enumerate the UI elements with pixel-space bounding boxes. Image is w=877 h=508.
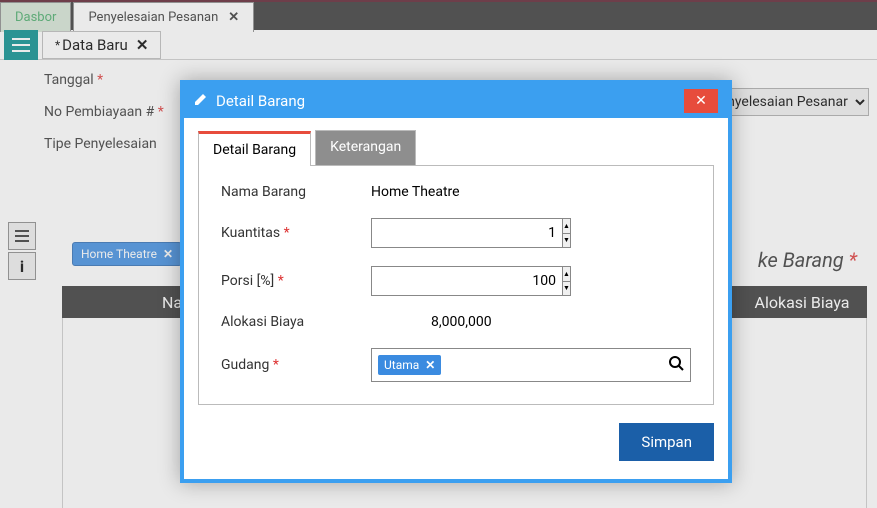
label-alokasi-biaya: Alokasi Biaya (221, 314, 371, 330)
close-icon[interactable]: ✕ (425, 358, 435, 372)
gudang-chip: Utama ✕ (378, 355, 441, 375)
gudang-field[interactable]: Utama ✕ (371, 348, 691, 382)
label-nama-barang: Nama Barang (221, 184, 371, 200)
search-icon[interactable] (668, 355, 684, 375)
tab-keterangan[interactable]: Keterangan (315, 130, 416, 165)
step-up-icon[interactable]: ▲ (563, 219, 570, 234)
kuantitas-input[interactable] (371, 218, 563, 248)
step-down-icon[interactable]: ▼ (563, 234, 570, 248)
value-alokasi-biaya: 8,000,000 (371, 314, 691, 330)
label-porsi: Porsi [%] * (221, 273, 371, 289)
dialog-close-button[interactable]: ✕ (684, 89, 718, 113)
value-nama-barang: Home Theatre (371, 184, 691, 200)
porsi-input[interactable] (371, 266, 563, 296)
dialog-header: Detail Barang ✕ (184, 84, 728, 118)
save-button[interactable]: Simpan (619, 423, 714, 461)
dialog-detail-barang: Detail Barang ✕ Detail Barang Keterangan… (180, 80, 732, 483)
step-down-icon[interactable]: ▼ (563, 282, 570, 296)
edit-icon (194, 92, 208, 110)
kuantitas-stepper[interactable]: ▲▼ (371, 218, 521, 248)
step-up-icon[interactable]: ▲ (563, 267, 570, 282)
porsi-stepper[interactable]: ▲▼ (371, 266, 521, 296)
label-gudang: Gudang * (221, 357, 371, 373)
dialog-panel: Nama Barang Home Theatre Kuantitas * ▲▼ … (198, 166, 714, 405)
chip-label: Utama (384, 358, 419, 372)
dialog-title: Detail Barang (216, 92, 305, 110)
label-kuantitas: Kuantitas * (221, 225, 371, 241)
dialog-tabs: Detail Barang Keterangan (198, 130, 714, 166)
tab-detail-barang[interactable]: Detail Barang (198, 131, 311, 166)
